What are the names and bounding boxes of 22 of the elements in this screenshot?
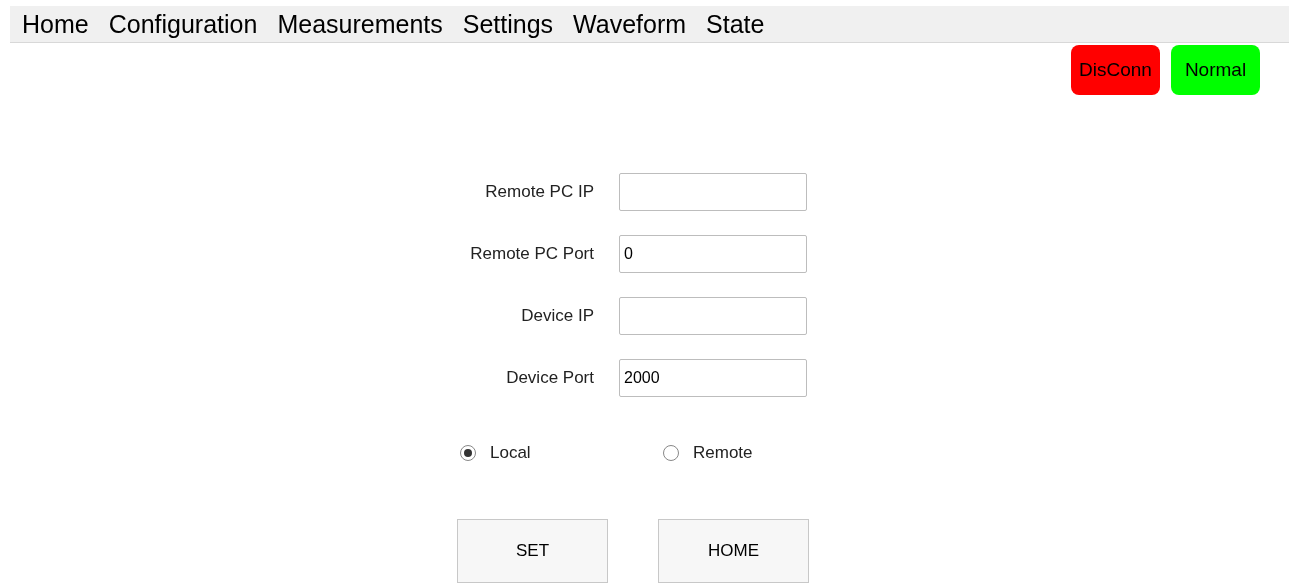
action-button[interactable]: SET: [457, 519, 608, 583]
menu-item[interactable]: Settings: [462, 11, 554, 37]
menu-item[interactable]: State: [706, 11, 765, 37]
menu-item[interactable]: Configuration: [108, 11, 258, 37]
field-label: Device IP: [520, 305, 594, 328]
input-field[interactable]: 0: [619, 235, 807, 273]
field-label: Remote PC IP: [484, 181, 594, 204]
menu-item[interactable]: Home: [22, 11, 89, 37]
radio-label: Remote: [693, 442, 753, 465]
field-label: Remote PC Port: [469, 243, 594, 266]
status-indicator: Normal: [1171, 45, 1260, 95]
input-field[interactable]: [619, 297, 807, 335]
action-button[interactable]: HOME: [658, 519, 809, 583]
input-field[interactable]: [619, 173, 807, 211]
field-label: Device Port: [505, 367, 594, 390]
radio-label: Local: [490, 442, 531, 465]
input-field[interactable]: 2000: [619, 359, 807, 397]
menu-item[interactable]: Waveform: [573, 11, 687, 37]
radio-button[interactable]: [460, 445, 476, 461]
radio-button[interactable]: [663, 445, 679, 461]
status-indicator: DisConn: [1071, 45, 1160, 95]
menu-item[interactable]: Measurements: [277, 11, 443, 37]
